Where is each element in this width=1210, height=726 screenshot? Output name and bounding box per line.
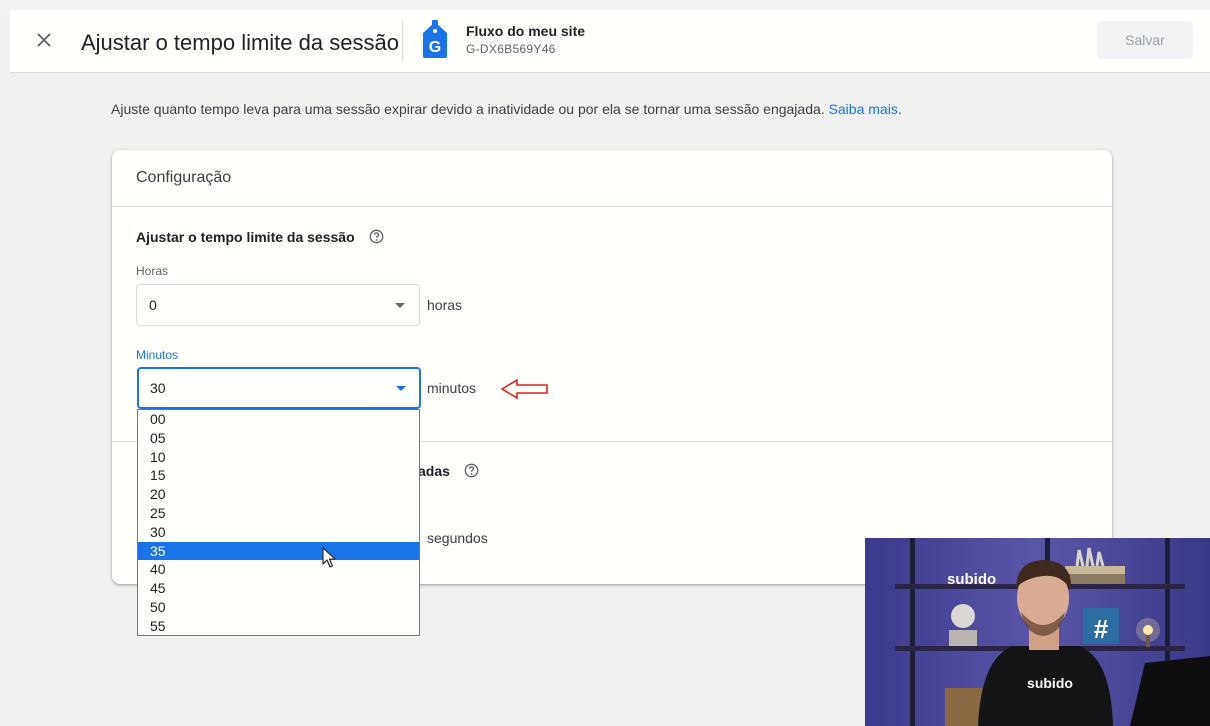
dropdown-option-05[interactable]: 05 xyxy=(138,429,419,448)
intro-period: . xyxy=(897,101,902,117)
dropdown-option-30[interactable]: 30 xyxy=(138,523,419,542)
engaged-session-title: adas xyxy=(418,463,479,479)
webcam-sign-text: subido xyxy=(947,571,996,588)
webcam-shirt-text: subido xyxy=(1027,675,1073,691)
minutes-select-value: 30 xyxy=(150,380,166,396)
dropdown-option-00[interactable]: 00 xyxy=(138,410,419,429)
webcam-overlay: subido # subido xyxy=(865,538,1210,726)
annotation-arrow-icon xyxy=(500,378,548,400)
mouse-pointer-icon xyxy=(322,547,336,568)
page-title: Ajustar o tempo limite da sessão xyxy=(81,30,399,55)
header-divider xyxy=(402,20,403,62)
minutes-unit: minutos xyxy=(427,380,477,396)
learn-more-link[interactable]: Saiba mais xyxy=(829,101,898,117)
intro-text: Ajuste quanto tempo leva para uma sessão… xyxy=(111,101,902,117)
webcam-scene: subido # subido xyxy=(865,538,1210,726)
dropdown-option-50[interactable]: 50 xyxy=(138,598,419,617)
minutes-select[interactable]: 30 xyxy=(137,367,421,409)
close-icon xyxy=(37,33,51,47)
dropdown-option-35[interactable]: 35 xyxy=(138,541,419,561)
dropdown-option-45[interactable]: 45 xyxy=(138,579,419,598)
save-button[interactable]: Salvar xyxy=(1097,21,1193,59)
minutes-label: Minutos xyxy=(136,348,179,362)
close-button[interactable] xyxy=(32,28,56,52)
hours-select[interactable]: 0 xyxy=(136,284,420,326)
seconds-unit: segundos xyxy=(427,530,488,546)
hours-unit: horas xyxy=(427,297,463,313)
hours-label: Horas xyxy=(136,264,169,278)
top-strip xyxy=(0,0,1210,10)
minutes-dropdown-list: 00 05 10 15 20 25 30 35 40 45 50 55 xyxy=(137,409,420,636)
tag-icon-letter: G xyxy=(429,39,441,56)
stream-name: Fluxo do meu site xyxy=(466,23,586,39)
intro-description: Ajuste quanto tempo leva para uma sessão… xyxy=(111,101,825,117)
session-timeout-title: Ajustar o tempo limite da sessão xyxy=(136,229,384,245)
stream-id: G-DX6B569Y46 xyxy=(466,42,556,56)
dropdown-option-10[interactable]: 10 xyxy=(138,448,419,467)
dropdown-option-20[interactable]: 20 xyxy=(138,485,419,504)
chevron-down-icon xyxy=(396,386,406,391)
engaged-session-title-text: adas xyxy=(418,463,450,479)
card-header: Configuração xyxy=(112,150,1112,207)
dropdown-option-40[interactable]: 40 xyxy=(138,560,419,579)
help-icon[interactable] xyxy=(369,229,384,244)
card-title: Configuração xyxy=(136,169,232,186)
dropdown-option-25[interactable]: 25 xyxy=(138,504,419,523)
session-timeout-title-text: Ajustar o tempo limite da sessão xyxy=(136,229,355,245)
chevron-down-icon xyxy=(395,303,405,308)
page-header: Ajustar o tempo limite da sessão G Fluxo… xyxy=(10,10,1210,73)
dropdown-option-15[interactable]: 15 xyxy=(138,466,419,485)
hours-select-value: 0 xyxy=(149,297,157,313)
webcam-poster-glyph: # xyxy=(1094,614,1109,644)
dropdown-option-55[interactable]: 55 xyxy=(138,617,419,636)
tag-icon: G xyxy=(423,20,447,58)
help-icon[interactable] xyxy=(464,463,479,478)
